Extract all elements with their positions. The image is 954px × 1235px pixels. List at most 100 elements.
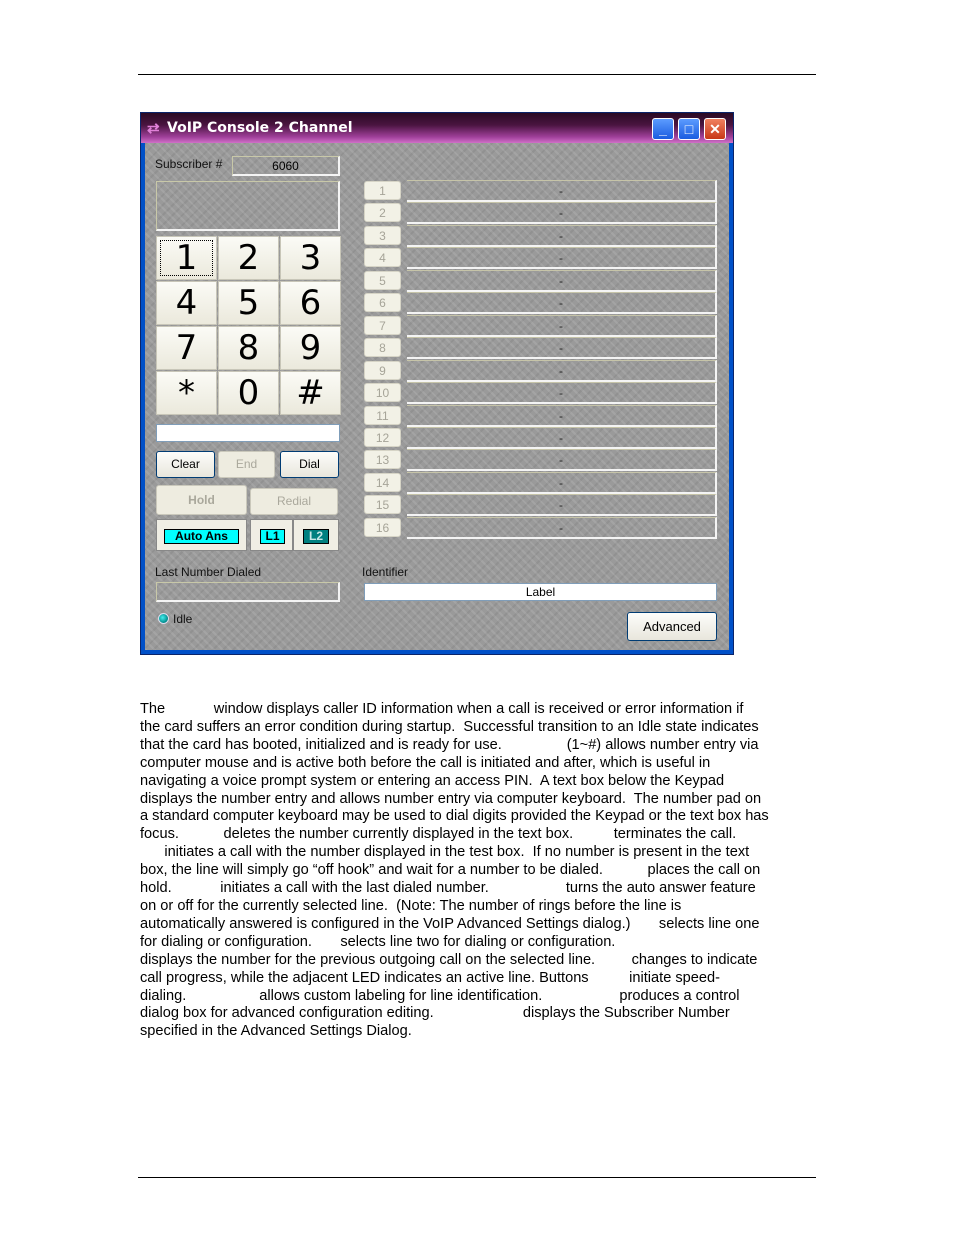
status-text: Idle: [173, 612, 193, 626]
paragraph-line: displays the number for the previous out…: [140, 951, 758, 968]
speed-dial-row: 10-: [364, 382, 721, 405]
voip-console-window: ⇄ VoIP Console 2 Channel _ □ ✕ Subscribe…: [140, 112, 734, 655]
key-2[interactable]: 2: [218, 236, 279, 280]
maximize-button[interactable]: □: [678, 118, 700, 140]
speed-dial-number-field[interactable]: -: [407, 471, 717, 494]
speed-dial-number-field[interactable]: -: [407, 180, 717, 202]
speed-dial-number-field[interactable]: -: [407, 337, 717, 360]
speed-dial-button[interactable]: 10: [364, 383, 401, 403]
speed-dial-number-field[interactable]: -: [407, 404, 717, 427]
speed-dial-button[interactable]: 14: [364, 472, 401, 492]
speed-dial-row: 2-: [364, 202, 721, 225]
paragraph-line: for dialing or configuration. selects li…: [140, 933, 616, 950]
speed-dial-row: 11-: [364, 404, 721, 427]
paragraph-line: initiates a call with the number display…: [140, 844, 750, 861]
speed-dial-button[interactable]: 2: [364, 203, 401, 223]
speed-dial-number-field[interactable]: -: [407, 426, 717, 449]
speed-dial-button[interactable]: 1: [364, 181, 401, 200]
speed-dial-row: 15-: [364, 494, 721, 517]
speed-dial-row: 12-: [364, 426, 721, 449]
line-2-toggle[interactable]: L2: [293, 519, 339, 551]
caller-id-display: [156, 181, 340, 231]
paragraph-line: dialog box for advanced configuration ed…: [140, 1005, 730, 1022]
speed-dial-button[interactable]: 13: [364, 450, 401, 470]
speed-dial-number-field[interactable]: -: [407, 516, 717, 539]
line-1-label: L1: [260, 529, 285, 544]
key-hash[interactable]: #: [280, 371, 341, 415]
paragraph-line: box, the line will simply go “off hook” …: [140, 862, 761, 879]
speed-dial-button[interactable]: 16: [364, 517, 401, 537]
key-0[interactable]: 0: [218, 371, 279, 415]
minimize-button[interactable]: _: [652, 118, 674, 140]
auto-answer-label: Auto Ans: [164, 529, 239, 544]
speed-dial-row: 9-: [364, 359, 721, 382]
close-button[interactable]: ✕: [704, 118, 726, 140]
paragraph-line: automatically answered is configured in …: [140, 915, 760, 932]
identifier-input[interactable]: Label: [364, 583, 717, 601]
speed-dial-row: 7-: [364, 314, 721, 337]
end-button[interactable]: End: [218, 451, 275, 478]
paragraph-line: that the card has booted, initialized an…: [140, 736, 759, 753]
speed-dial-row: 8-: [364, 337, 721, 360]
paragraph-line: focus. deletes the number currently disp…: [140, 826, 737, 843]
paragraph-line: specified in the Advanced Settings Dialo…: [140, 1023, 412, 1040]
identifier-label: Identifier: [362, 565, 409, 579]
speed-dial-row: 14-: [364, 471, 721, 494]
speed-dial-row: 16-: [364, 516, 721, 539]
console-body: Subscriber # 6060 1 2 3 4 5 6 7 8 9 * 0 …: [145, 143, 729, 650]
speed-dial-button[interactable]: 8: [364, 338, 401, 358]
speed-dial-button[interactable]: 5: [364, 270, 401, 290]
key-8[interactable]: 8: [218, 326, 279, 370]
speed-dial-button[interactable]: 15: [364, 495, 401, 515]
speed-dial-button[interactable]: 7: [364, 315, 401, 335]
speed-dial-number-field[interactable]: -: [407, 247, 717, 270]
speed-dial-row: 13-: [364, 449, 721, 472]
speed-dial-row: 4-: [364, 247, 721, 270]
redial-button[interactable]: Redial: [250, 488, 338, 515]
speed-dial-number-field[interactable]: -: [407, 382, 717, 405]
speed-dial-number-field[interactable]: -: [407, 269, 717, 292]
dial-button[interactable]: Dial: [280, 451, 339, 478]
hold-button[interactable]: Hold: [156, 485, 247, 515]
speed-dial-number-field[interactable]: -: [407, 224, 717, 247]
window-title: VoIP Console 2 Channel: [167, 120, 353, 136]
speed-dial-button[interactable]: 3: [364, 225, 401, 245]
speed-dial-button[interactable]: 9: [364, 360, 401, 380]
clear-button[interactable]: Clear: [156, 451, 215, 478]
title-bar[interactable]: ⇄ VoIP Console 2 Channel _ □ ✕: [141, 113, 733, 143]
key-star[interactable]: *: [156, 371, 217, 415]
paragraph-line: hold. initiates a call with the last dia…: [140, 880, 756, 897]
number-entry-input[interactable]: [156, 424, 340, 442]
speed-dial-button[interactable]: 12: [364, 427, 401, 447]
key-5[interactable]: 5: [218, 281, 279, 325]
key-7[interactable]: 7: [156, 326, 217, 370]
speed-dial-number-field[interactable]: -: [407, 449, 717, 472]
speed-dial-number-field[interactable]: -: [407, 314, 717, 337]
paragraph-line: displays the number entry and allows num…: [140, 790, 762, 807]
speed-dial-number-field[interactable]: -: [407, 494, 717, 517]
speed-dial-row: 3-: [364, 224, 721, 247]
speed-dial-button[interactable]: 11: [364, 405, 401, 425]
key-3[interactable]: 3: [280, 236, 341, 280]
speed-dial-number-field[interactable]: -: [407, 202, 717, 225]
speed-dial-row: 5-: [364, 269, 721, 292]
line-2-label: L2: [303, 529, 329, 544]
line-1-toggle[interactable]: L1: [250, 519, 293, 551]
key-6[interactable]: 6: [280, 281, 341, 325]
last-number-display: [156, 582, 340, 602]
header-rule: [138, 74, 816, 75]
speed-dial-row: 1-: [364, 180, 721, 202]
speed-dial-number-field[interactable]: -: [407, 359, 717, 382]
key-4[interactable]: 4: [156, 281, 217, 325]
key-1[interactable]: 1: [156, 236, 217, 280]
key-9[interactable]: 9: [280, 326, 341, 370]
speed-dial-button[interactable]: 6: [364, 293, 401, 313]
speed-dial-button[interactable]: 4: [364, 248, 401, 268]
subscriber-label: Subscriber #: [155, 157, 223, 171]
advanced-button[interactable]: Advanced: [627, 612, 717, 641]
speed-dial-number-field[interactable]: -: [407, 292, 717, 315]
paragraph-line: computer mouse and is active both before…: [140, 754, 711, 771]
paragraph-line: navigating a voice prompt system or ente…: [140, 772, 725, 789]
paragraph-line: on or off for the currently selected lin…: [140, 897, 682, 914]
auto-answer-toggle[interactable]: Auto Ans: [156, 519, 247, 551]
